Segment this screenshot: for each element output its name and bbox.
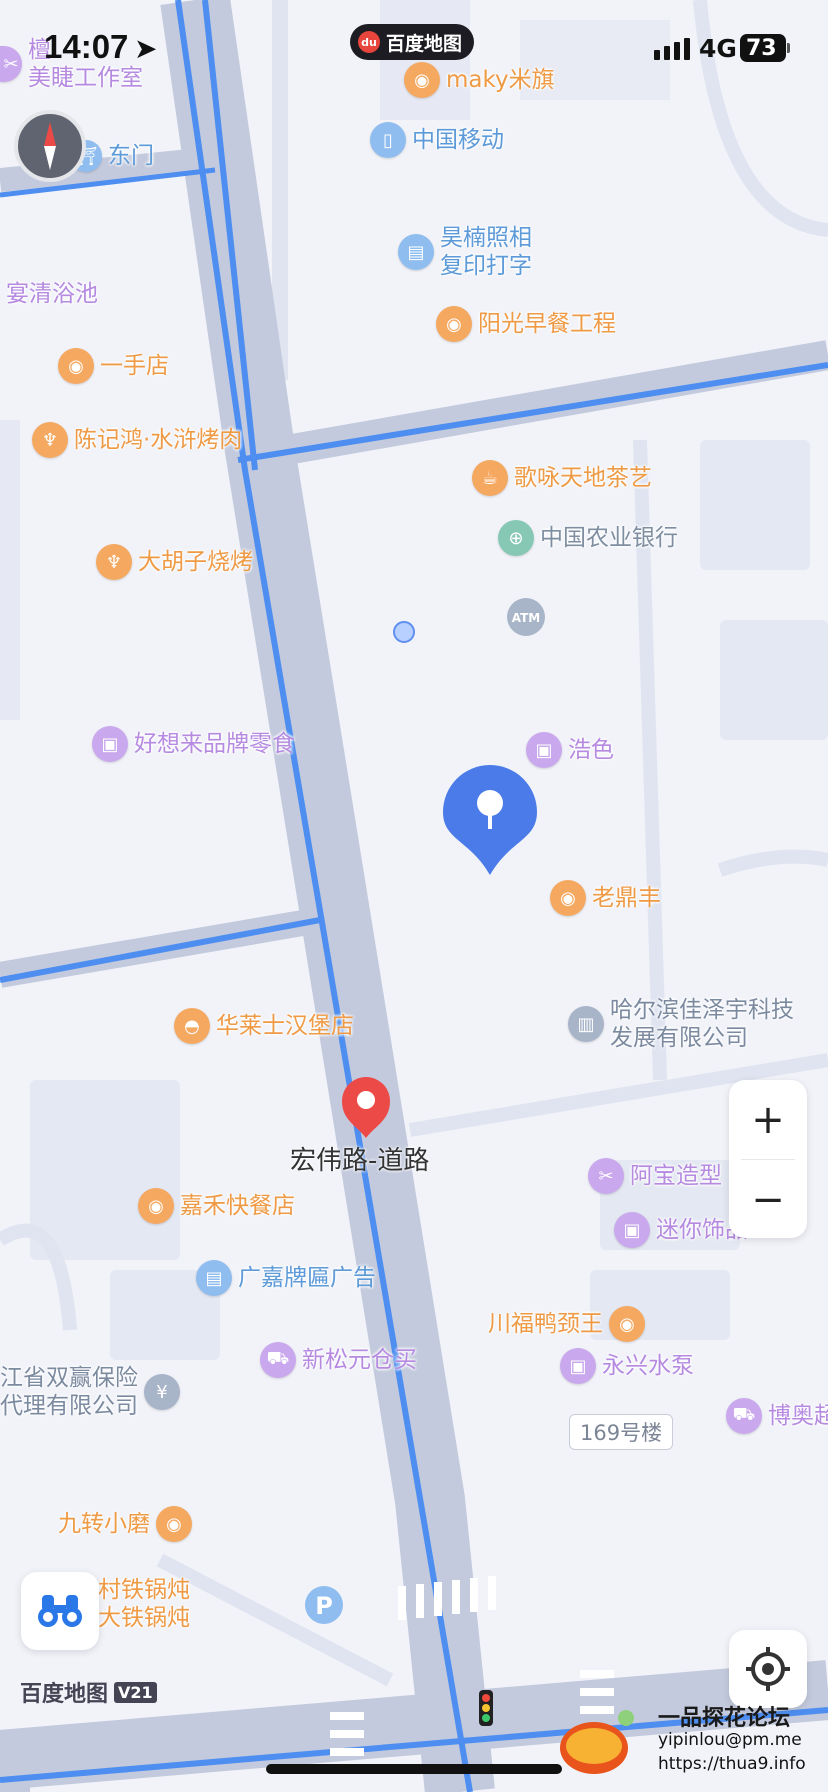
bag-icon: ▣ [614,1212,650,1248]
poi-haose[interactable]: ▣ 浩色 [526,732,614,768]
watermark-url: https://thua9.info [658,1754,806,1774]
poi-photo-line2: 复印打字 [440,253,532,279]
status-time: 14:07 [44,28,129,65]
scissors-icon: ✂ [588,1158,624,1194]
burger-icon: ◓ [174,1008,210,1044]
svg-text:P: P [315,1592,333,1620]
map-logo-version: V21 [114,1681,157,1703]
poi-abao[interactable]: ✂ 阿宝造型 [588,1158,722,1194]
parking-icon[interactable]: P [305,1586,343,1624]
bag-icon: ▣ [560,1348,596,1384]
poi-snack[interactable]: ▣ 好想来品牌零食 [92,726,295,762]
fork-knife-icon: ♆ [32,422,68,458]
poi-ad[interactable]: ▤ 广嘉牌匾广告 [196,1260,376,1296]
compass-icon [44,122,56,170]
food-icon: ◉ [550,880,586,916]
food-icon: ◉ [58,348,94,384]
poi-yishou[interactable]: ◉ 一手店 [58,348,169,384]
zoom-in-button[interactable]: + [729,1080,807,1159]
cart-icon: ⛟ [726,1398,762,1434]
poi-bath[interactable]: 宴清浴池 [6,280,98,308]
poi-insurance-line1: 江省双赢保险 [0,1365,138,1391]
printer-icon: ▤ [398,234,434,270]
poi-tea[interactable]: ☕ 歌咏天地茶艺 [472,460,652,496]
poi-photo-line1: 昊楠照相 [440,225,532,251]
poi-jiahe[interactable]: ◉ 嘉禾快餐店 [138,1188,295,1224]
poi-tech[interactable]: ▥ 哈尔滨佳泽宇科技 发展有限公司 [568,996,794,1052]
cellular-signal-icon [654,38,690,60]
zoom-control: + − [729,1080,807,1238]
home-indicator[interactable] [266,1764,562,1774]
battery-indicator: 73 [740,34,790,62]
battery-level: 73 [746,35,777,61]
poi-duck[interactable]: 川福鸭颈王 ◉ [488,1306,645,1342]
atm-icon[interactable]: ATM [507,598,545,636]
crosshair-icon [746,1647,790,1691]
poi-bbq1[interactable]: ♆ 陈记鸿·水浒烤肉 [32,422,242,458]
poi-stew-line1: 村铁锅炖 [98,1577,190,1603]
food-icon: ◉ [138,1188,174,1224]
office-icon: ▥ [568,1006,604,1042]
explore-button[interactable] [21,1572,99,1650]
bag-icon: ▣ [92,726,128,762]
locate-me-button[interactable] [729,1630,807,1708]
bag-icon: ▣ [526,732,562,768]
poi-laoding[interactable]: ◉ 老鼎丰 [550,880,661,916]
road-label: 宏伟路-道路 [290,1146,430,1176]
forum-logo-icon [560,1710,634,1774]
map-logo-text: 百度地图 [20,1682,109,1707]
svg-text:ATM: ATM [512,611,540,625]
cart-icon: ⛟ [260,1342,296,1378]
zoom-out-button[interactable]: − [729,1160,807,1239]
bank-icon: ⊕ [498,520,534,556]
poi-mini[interactable]: ▣ 迷你饰品 [614,1212,748,1248]
poi-mill[interactable]: 九转小磨 ◉ [58,1506,192,1542]
forum-watermark: 一品探花论坛 yipinlou@pm.me https://thua9.info [556,1700,826,1792]
compass-button[interactable] [14,110,86,182]
poi-bbq2[interactable]: ♆ 大胡子烧烤 [96,544,253,580]
printer-icon: ▤ [196,1260,232,1296]
app-back-pill[interactable]: du 百度地图 [350,24,475,60]
poi-stew-line2: 大铁锅炖 [98,1605,190,1631]
poi-insurance[interactable]: 江省双赢保险 代理有限公司 ¥ [0,1364,180,1420]
poi-songyuan[interactable]: ⛟ 新松元仓买 [260,1342,417,1378]
poi-boao[interactable]: ⛟ 博奥超 [726,1398,828,1434]
binoculars-icon [38,1595,82,1627]
map-logo: 百度地图 V21 [20,1676,157,1708]
poi-breakfast[interactable]: ◉ 阳光早餐工程 [436,306,616,342]
network-type: 4G [699,34,737,63]
building-label: 169号楼 [569,1414,674,1450]
poi-mobile[interactable]: ▯ 中国移动 [370,122,504,158]
yen-icon: ¥ [144,1374,180,1410]
fork-knife-icon: ♆ [96,544,132,580]
poi-tech-line1: 哈尔滨佳泽宇科技 [610,997,794,1023]
location-arrow-icon: ➤ [134,32,158,65]
poi-abc[interactable]: ⊕ 中国农业银行 [498,520,678,556]
poi-insurance-line2: 代理有限公司 [0,1393,138,1419]
app-back-label: 百度地图 [386,32,463,55]
poi-stew[interactable]: 村铁锅炖 大铁锅炖 [98,1576,190,1632]
poi-tech-line2: 发展有限公司 [610,1025,748,1051]
traffic-light-icon [479,1690,493,1726]
baidu-logo-icon: du [358,31,380,53]
cup-icon: ☕ [472,460,508,496]
food-icon: ◉ [156,1506,192,1542]
watermark-title: 一品探花论坛 [658,1706,791,1731]
current-location-dot [393,621,415,643]
watermark-email: yipinlou@pm.me [658,1730,802,1750]
status-bar: 14:07 ➤ du 百度地图 4G 73 [0,0,828,100]
phone-icon: ▯ [370,122,406,158]
food-icon: ◉ [609,1306,645,1342]
poi-pump[interactable]: ▣ 永兴水泵 [560,1348,694,1384]
food-icon: ◉ [436,306,472,342]
poi-burger[interactable]: ◓ 华莱士汉堡店 [174,1008,354,1044]
poi-photo[interactable]: ▤ 昊楠照相 复印打字 [398,224,532,280]
